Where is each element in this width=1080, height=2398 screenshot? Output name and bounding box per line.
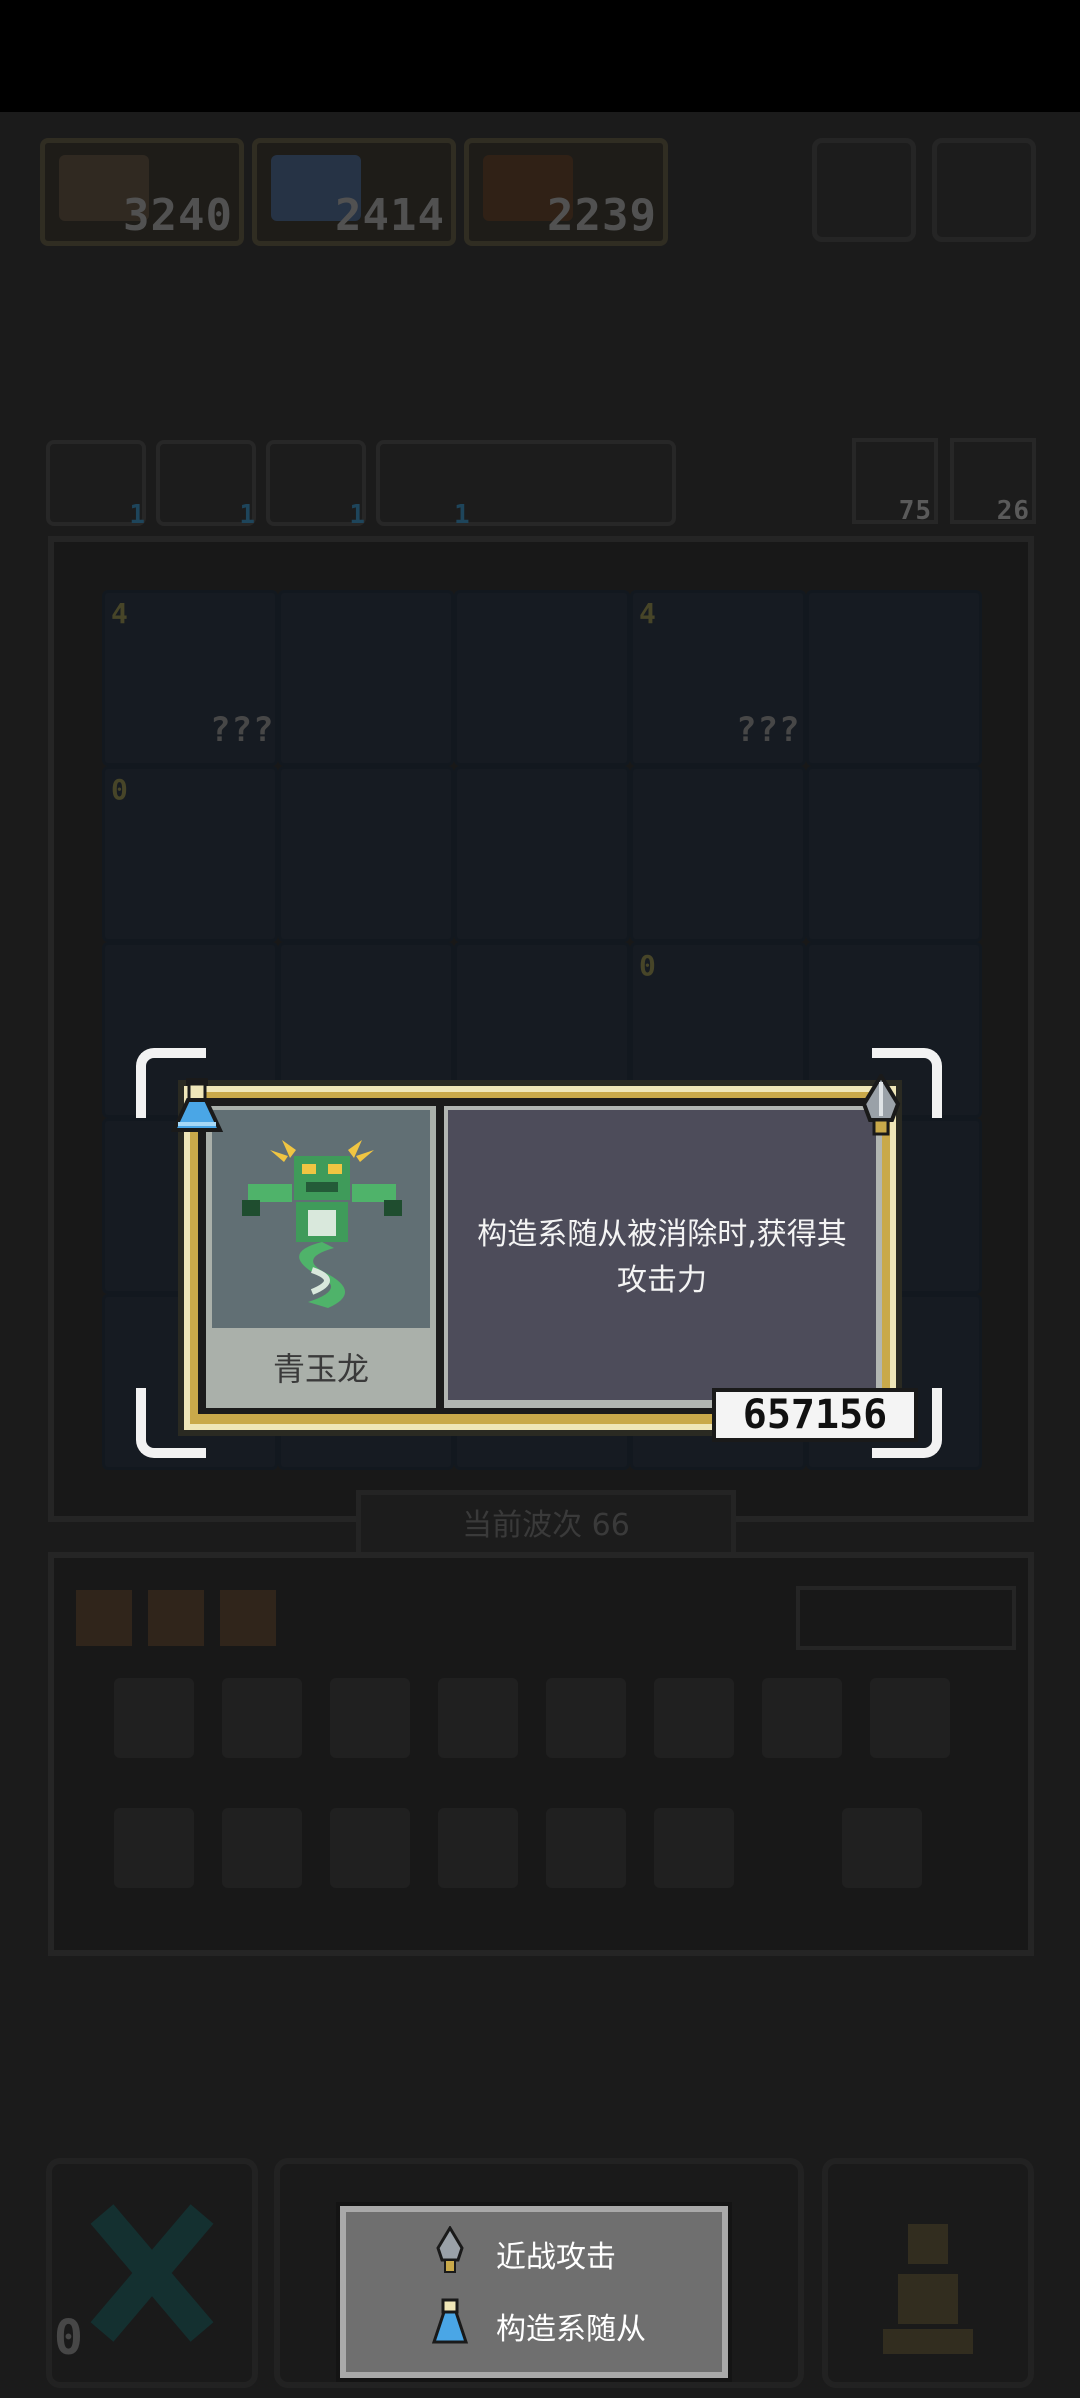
unit-portrait [212,1110,430,1328]
unit-description: 构造系随从被消除时,获得其攻击力 [477,1217,847,1298]
unit-name: 青玉龙 [272,1350,369,1388]
legend-label: 构造系随从 [496,2312,646,2347]
status-bar [0,0,1080,112]
jade-dragon-icon [242,1140,402,1308]
trait-legend: 近战攻击 构造系随从 [336,2202,732,2382]
attack-stat: 657156 [712,1388,918,1442]
legend-label: 近战攻击 [496,2240,616,2275]
flask-icon [430,2298,470,2356]
spearhead-icon [852,1072,910,1140]
attack-value: 657156 [742,1392,888,1438]
spearhead-icon [430,2225,470,2284]
flask-icon [168,1076,226,1142]
